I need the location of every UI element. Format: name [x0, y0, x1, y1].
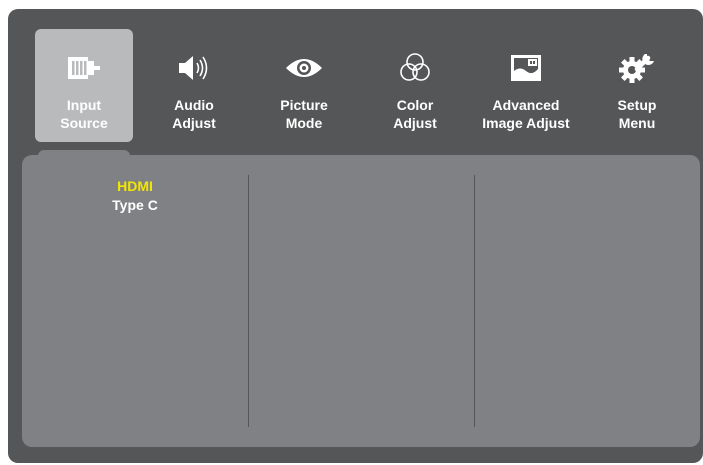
tab-advanced-image-adjust[interactable]: Advanced Image Adjust	[477, 29, 575, 142]
tab-label-advanced-image-adjust: Advanced Image Adjust	[482, 97, 570, 131]
tab-input-source[interactable]: Input Source	[35, 29, 133, 142]
tab-audio-adjust[interactable]: Audio Adjust	[145, 29, 243, 142]
gear-wrench-icon	[588, 51, 686, 85]
tab-setup-menu[interactable]: Setup Menu	[588, 29, 686, 142]
tab-label-picture-mode: Picture Mode	[280, 97, 328, 131]
submenu-panel: HDMI Type C	[22, 155, 700, 447]
option-hdmi[interactable]: HDMI	[22, 177, 248, 196]
color-circles-icon	[366, 51, 464, 85]
menu-tab-bar: Input Source Audio Adjust Picture Mode C…	[8, 9, 703, 155]
input-source-icon	[35, 51, 133, 85]
option-type-c[interactable]: Type C	[22, 196, 248, 215]
column-divider	[248, 175, 249, 427]
submenu-column-1: HDMI Type C	[22, 177, 248, 215]
tab-label-color-adjust: Color Adjust	[393, 97, 437, 131]
speaker-icon	[145, 51, 243, 85]
tab-picture-mode[interactable]: Picture Mode	[255, 29, 353, 142]
column-divider	[474, 175, 475, 427]
tab-color-adjust[interactable]: Color Adjust	[366, 29, 464, 142]
osd-menu: Input Source Audio Adjust Picture Mode C…	[8, 9, 703, 463]
tab-label-setup-menu: Setup Menu	[617, 97, 657, 131]
tab-label-input-source: Input Source	[60, 97, 108, 131]
tab-label-audio-adjust: Audio Adjust	[172, 97, 216, 131]
eye-icon	[255, 51, 353, 85]
image-adjust-icon	[477, 51, 575, 85]
